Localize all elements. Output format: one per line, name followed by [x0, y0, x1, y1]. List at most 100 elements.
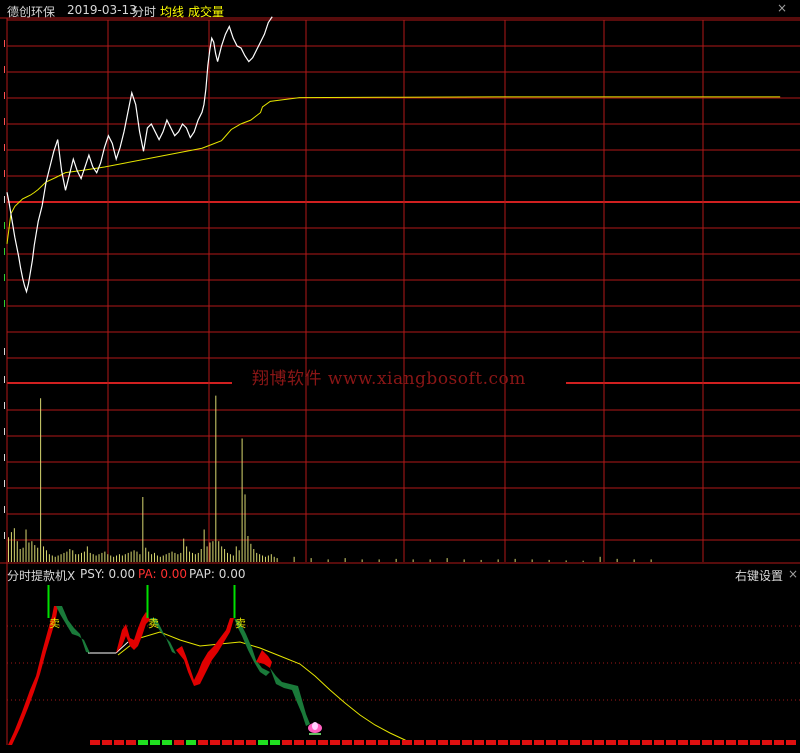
- status-cell: [582, 740, 592, 745]
- status-cell: [750, 740, 760, 745]
- axis-tick-stub: [0, 480, 5, 487]
- status-cell: [546, 740, 556, 745]
- status-cell: [522, 740, 532, 745]
- status-cell: [150, 740, 160, 745]
- watermark: 翔博软件 www.xiangbosoft.com: [252, 369, 526, 389]
- indicator-name: 分时提款机X: [7, 569, 76, 583]
- status-cell: [126, 740, 136, 745]
- axis-tick-stub: [0, 144, 5, 151]
- status-cell: [414, 740, 424, 745]
- status-cell: [630, 740, 640, 745]
- settings-button[interactable]: 右键设置: [735, 567, 783, 584]
- status-cell: [606, 740, 616, 745]
- axis-tick-stub: [0, 506, 5, 513]
- status-cell: [666, 740, 676, 745]
- status-cell: [534, 740, 544, 745]
- status-cell: [318, 740, 328, 745]
- status-cell: [366, 740, 376, 745]
- sell-marker: 卖: [49, 617, 60, 630]
- status-cell: [282, 740, 292, 745]
- status-cell: [270, 740, 280, 745]
- status-cell: [570, 740, 580, 745]
- axis-tick-stub: [0, 402, 5, 409]
- axis-tick-stub: [0, 66, 5, 73]
- status-cell: [702, 740, 712, 745]
- status-cell: [690, 740, 700, 745]
- sell-marker: 卖: [148, 617, 159, 630]
- status-cell: [498, 740, 508, 745]
- status-cell: [294, 740, 304, 745]
- axis-tick-stub: [0, 274, 5, 281]
- axis-tick-stub: [0, 248, 5, 255]
- pap-value: PAP: 0.00: [189, 567, 246, 581]
- axis-tick-stub: [0, 428, 5, 435]
- status-cell: [162, 740, 172, 745]
- volume-bars: [8, 395, 652, 562]
- status-cell: [594, 740, 604, 745]
- status-cell: [618, 740, 628, 745]
- axis-tick-stub: [0, 196, 5, 203]
- volume-legend: 成交量: [188, 5, 225, 19]
- avg-line-legend: 均线: [160, 5, 185, 19]
- lotus-icon: [308, 722, 322, 735]
- axis-tick-stub: [0, 300, 5, 307]
- axis-tick-stub: [0, 532, 5, 539]
- axis-tick-stub: [0, 222, 5, 229]
- indicator-up-segment: [116, 612, 150, 653]
- status-cell: [786, 740, 796, 745]
- status-cell: [114, 740, 124, 745]
- status-cell: [234, 740, 244, 745]
- status-cell: [678, 740, 688, 745]
- status-cell: [402, 740, 412, 745]
- status-cell: [354, 740, 364, 745]
- status-cell: [738, 740, 748, 745]
- status-cell: [210, 740, 220, 745]
- price-line: [6, 16, 273, 294]
- intraday-chart-window[interactable]: 德创环保 2019-03-13 分时 均线 成交量 × 分时提款机X PSY: …: [0, 0, 800, 749]
- axis-tick-stub: [0, 118, 5, 125]
- status-cell: [726, 740, 736, 745]
- status-cell: [246, 740, 256, 745]
- close-icon[interactable]: ×: [777, 1, 787, 15]
- status-cell: [462, 740, 472, 745]
- status-cell: [330, 740, 340, 745]
- status-cell: [222, 740, 232, 745]
- status-cell: [102, 740, 112, 745]
- axis-tick-stub: [0, 376, 5, 383]
- axis-tick-stub: [0, 92, 5, 99]
- status-cell: [90, 740, 100, 745]
- pa-value: PA: 0.00: [138, 567, 188, 581]
- status-cell: [762, 740, 772, 745]
- indicator-panel: [8, 585, 796, 745]
- chart-mode: 分时: [132, 5, 157, 19]
- status-cell: [342, 740, 352, 745]
- status-cell: [642, 740, 652, 745]
- status-cell: [174, 740, 184, 745]
- avg-price-line: [6, 96, 781, 244]
- status-cell: [186, 740, 196, 745]
- indicator-down-segment: [56, 606, 90, 653]
- status-cell: [258, 740, 268, 745]
- sell-marker: 卖: [235, 617, 246, 630]
- indicator-avg-line: [117, 631, 411, 744]
- status-cell: [450, 740, 460, 745]
- axis-tick-stub: [0, 40, 5, 47]
- chart-date: 2019-03-13: [67, 3, 137, 17]
- status-cell: [774, 740, 784, 745]
- status-cell: [138, 740, 148, 745]
- psy-value: PSY: 0.00: [80, 567, 136, 581]
- axis-tick-stub: [0, 348, 5, 355]
- status-cell: [654, 740, 664, 745]
- status-cell: [198, 740, 208, 745]
- status-cell: [714, 740, 724, 745]
- indicator-up-segment: [176, 618, 234, 686]
- indicator-close-icon[interactable]: ×: [788, 567, 798, 581]
- axis-tick-stub: [0, 170, 5, 177]
- status-strip: [90, 740, 796, 745]
- status-cell: [474, 740, 484, 745]
- status-cell: [438, 740, 448, 745]
- status-cell: [510, 740, 520, 745]
- status-cell: [306, 740, 316, 745]
- lotus-center: [312, 722, 318, 730]
- status-cell: [390, 740, 400, 745]
